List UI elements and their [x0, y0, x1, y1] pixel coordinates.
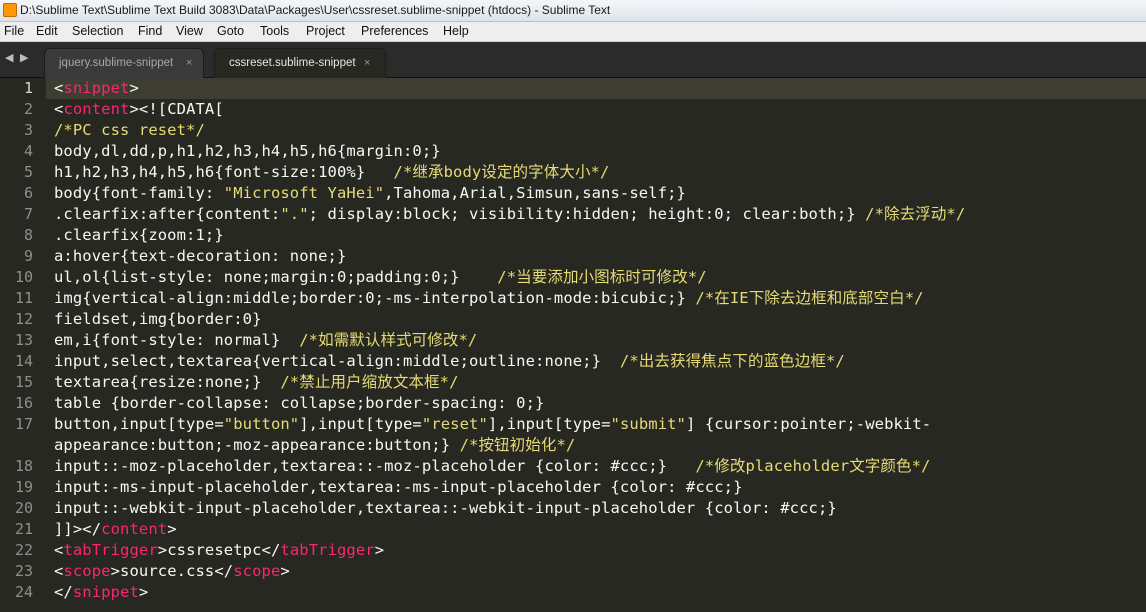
menu-help[interactable]: Help	[443, 24, 469, 38]
line-number: 22	[14, 541, 33, 559]
menu-goto[interactable]: Goto	[217, 24, 244, 38]
menu-selection[interactable]: Selection	[72, 24, 123, 38]
menu-file[interactable]: File	[4, 24, 24, 38]
line-number: 4	[23, 142, 33, 160]
line-number: 10	[14, 268, 33, 286]
close-icon[interactable]: ×	[186, 57, 192, 69]
menu-find[interactable]: Find	[138, 24, 162, 38]
line-number: 3	[23, 121, 33, 139]
menu-edit[interactable]: Edit	[36, 24, 58, 38]
window-title: D:\Sublime Text\Sublime Text Build 3083\…	[20, 3, 611, 17]
line-number: 9	[23, 247, 33, 265]
title-bar: D:\Sublime Text\Sublime Text Build 3083\…	[0, 0, 1146, 22]
code-line[interactable]: input,select,textarea{vertical-align:mid…	[54, 351, 845, 372]
line-number: 16	[14, 394, 33, 412]
code-line[interactable]: .clearfix{zoom:1;}	[54, 225, 224, 246]
line-number: 6	[23, 184, 33, 202]
line-number: 23	[14, 562, 33, 580]
code-editor[interactable]: 1 2 3 4 5 6 7 8 9 10 11 12 13 14 15 16 17 18 19 20 21 22 23 24 …	[0, 78, 1146, 612]
code-line[interactable]: textarea{resize:none;} /*禁止用户缩放文本框*/	[54, 372, 459, 393]
code-line[interactable]: em,i{font-style: normal} /*如需默认样式可修改*/	[54, 330, 477, 351]
line-number: 18	[14, 457, 33, 475]
line-number: 5	[23, 163, 33, 181]
tab-strip: ◀ ▶ jquery.sublime-snippet × cssreset.su…	[0, 42, 1146, 79]
tab-jquery-snippet[interactable]: jquery.sublime-snippet ×	[44, 48, 204, 78]
line-number: 19	[14, 478, 33, 496]
line-number: 14	[14, 352, 33, 370]
code-line[interactable]: /*PC css reset*/	[54, 120, 205, 141]
line-number-gutter: 1 2 3 4 5 6 7 8 9 10 11 12 13 14 15 16 17 18 19 20 21 22 23 24	[0, 78, 46, 612]
code-line[interactable]: body{font-family: "Microsoft YaHei",Taho…	[54, 183, 686, 204]
menu-preferences[interactable]: Preferences	[361, 24, 428, 38]
line-number: 13	[14, 331, 33, 349]
code-line[interactable]: body,dl,dd,p,h1,h2,h3,h4,h5,h6{margin:0;…	[54, 141, 441, 162]
code-line[interactable]: <snippet>	[54, 78, 139, 99]
line-number: 21	[14, 520, 33, 538]
code-line[interactable]: a:hover{text-decoration: none;}	[54, 246, 346, 267]
code-line[interactable]: img{vertical-align:middle;border:0;-ms-i…	[54, 288, 924, 309]
close-icon[interactable]: ×	[364, 57, 370, 69]
line-number: 11	[14, 289, 33, 307]
tab-nav-left-icon[interactable]: ◀	[5, 51, 13, 64]
line-number: 2	[23, 100, 33, 118]
tab-cssreset-snippet[interactable]: cssreset.sublime-snippet ×	[214, 48, 386, 79]
line-number: 17	[14, 415, 33, 433]
code-line[interactable]: button,input[type="button"],input[type="…	[54, 414, 931, 435]
current-line-highlight	[0, 78, 1146, 99]
code-line[interactable]: <scope>source.css</scope>	[54, 561, 290, 582]
code-line[interactable]: </snippet>	[54, 582, 148, 603]
code-line[interactable]: .clearfix:after{content:"."; display:blo…	[54, 204, 965, 225]
menu-tools[interactable]: Tools	[260, 24, 289, 38]
sublime-text-icon	[3, 3, 17, 17]
tab-label: cssreset.sublime-snippet	[229, 57, 356, 69]
menu-project[interactable]: Project	[306, 24, 345, 38]
line-number: 7	[23, 205, 33, 223]
code-line[interactable]: table {border-collapse: collapse;border-…	[54, 393, 544, 414]
line-number: 24	[14, 583, 33, 601]
code-line[interactable]: <tabTrigger>cssresetpc</tabTrigger>	[54, 540, 384, 561]
line-number: 20	[14, 499, 33, 517]
line-number: 12	[14, 310, 33, 328]
tab-nav-right-icon[interactable]: ▶	[20, 51, 28, 64]
code-line[interactable]: <content><![CDATA[	[54, 99, 224, 120]
code-line[interactable]: fieldset,img{border:0}	[54, 309, 262, 330]
code-line[interactable]: h1,h2,h3,h4,h5,h6{font-size:100%} /*继承bo…	[54, 162, 609, 183]
code-line[interactable]: ul,ol{list-style: none;margin:0;padding:…	[54, 267, 707, 288]
code-line[interactable]: input::-moz-placeholder,textarea::-moz-p…	[54, 456, 930, 477]
tab-label: jquery.sublime-snippet	[59, 57, 174, 69]
line-number: 1	[23, 79, 33, 97]
line-number: 15	[14, 373, 33, 391]
code-line[interactable]: input:-ms-input-placeholder,textarea:-ms…	[54, 477, 743, 498]
code-line[interactable]: input::-webkit-input-placeholder,textare…	[54, 498, 837, 519]
code-line[interactable]: appearance:button;-moz-appearance:button…	[54, 435, 575, 456]
menu-bar: File Edit Selection Find View Goto Tools…	[0, 22, 1146, 42]
menu-view[interactable]: View	[176, 24, 203, 38]
code-line[interactable]: ]]></content>	[54, 519, 177, 540]
line-number: 8	[23, 226, 33, 244]
